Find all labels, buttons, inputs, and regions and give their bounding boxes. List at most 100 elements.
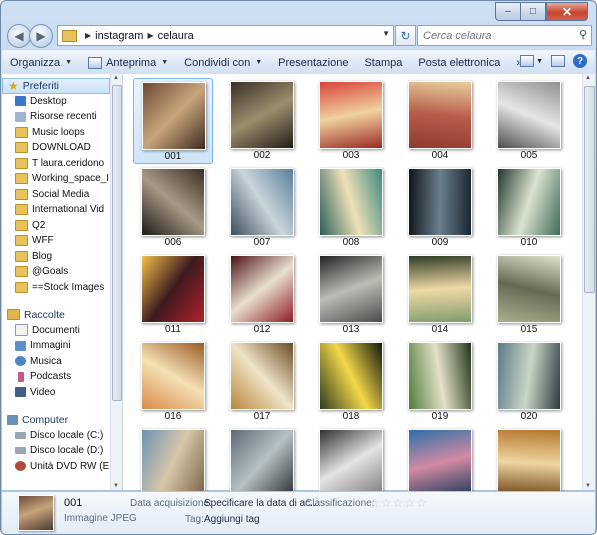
organize-menu[interactable]: Organizza ▼ <box>2 57 80 69</box>
share-menu[interactable]: Condividi con ▼ <box>176 57 270 69</box>
nav-item-folder[interactable]: @Goals <box>2 264 110 280</box>
photo-thumbnail[interactable] <box>497 168 561 236</box>
nav-item-folder[interactable]: Music loops <box>2 125 110 141</box>
chevron-down-icon[interactable]: ▼ <box>382 29 390 38</box>
breadcrumb-instagram[interactable]: instagram <box>95 30 143 42</box>
photo-thumbnail[interactable] <box>408 168 472 236</box>
scroll-thumb[interactable] <box>584 86 595 293</box>
photo-thumbnail[interactable] <box>141 342 205 410</box>
search-icon[interactable]: ⚲ <box>579 28 587 41</box>
rating-stars[interactable]: ☆☆☆☆☆ <box>369 496 428 510</box>
nav-favorites[interactable]: ★ Preferiti <box>2 78 110 94</box>
photo-thumbnail[interactable] <box>408 81 472 149</box>
back-button[interactable]: ◀ <box>7 24 31 48</box>
file-thumbnail-item[interactable]: 009 <box>400 165 480 251</box>
search-box[interactable]: ⚲ <box>417 25 592 46</box>
view-options-button[interactable]: ▼ <box>520 55 543 67</box>
nav-computer[interactable]: Computer <box>2 412 110 428</box>
nav-item-drive-c[interactable]: Disco locale (C:) <box>2 428 110 444</box>
file-thumbnail-item[interactable]: 010 <box>489 165 569 251</box>
photo-thumbnail[interactable] <box>319 429 383 497</box>
email-button[interactable]: Posta elettronica <box>410 57 508 69</box>
print-button[interactable]: Stampa <box>356 57 410 69</box>
photo-thumbnail[interactable] <box>497 255 561 323</box>
scroll-thumb[interactable] <box>112 85 122 401</box>
maximize-button[interactable]: □ <box>520 2 546 21</box>
chevron-right-icon[interactable]: ▶ <box>147 31 153 40</box>
file-thumbnail-item[interactable]: 019 <box>400 339 480 425</box>
nav-item-drive-d[interactable]: Disco locale (D:) <box>2 443 110 459</box>
photo-thumbnail[interactable] <box>497 81 561 149</box>
star-icon[interactable]: ☆ <box>404 496 416 510</box>
photo-thumbnail[interactable] <box>319 81 383 149</box>
photo-thumbnail[interactable] <box>230 429 294 497</box>
file-thumbnail-item[interactable]: 004 <box>400 78 480 164</box>
file-thumbnail-item[interactable]: 006 <box>133 165 213 251</box>
file-thumbnail-item[interactable]: 002 <box>222 78 302 164</box>
chevron-right-icon[interactable]: ▶ <box>85 31 91 40</box>
search-input[interactable] <box>418 28 575 43</box>
photo-thumbnail[interactable] <box>142 82 206 150</box>
photo-thumbnail[interactable] <box>230 81 294 149</box>
nav-item-folder[interactable]: International Vid <box>2 202 110 218</box>
refresh-button[interactable]: ↻ <box>395 25 416 46</box>
minimize-button[interactable]: – <box>495 2 520 21</box>
nav-item-music[interactable]: Musica <box>2 354 110 370</box>
nav-item-folder[interactable]: Working_space_I <box>2 171 110 187</box>
file-thumbnail-item[interactable]: 016 <box>133 339 213 425</box>
nav-item-podcasts[interactable]: Podcasts <box>2 369 110 385</box>
nav-item-documents[interactable]: Documenti <box>2 323 110 339</box>
date-value[interactable]: Specificare la data di ac... <box>204 498 319 509</box>
nav-scrollbar[interactable]: ▲ ▼ <box>110 74 122 490</box>
nav-item-folder[interactable]: ==Stock Images <box>2 280 110 296</box>
nav-item-folder[interactable]: Social Media <box>2 187 110 203</box>
photo-thumbnail[interactable] <box>408 255 472 323</box>
scroll-up-icon[interactable]: ▲ <box>113 75 119 81</box>
file-thumbnail-item[interactable]: 001 <box>133 78 213 164</box>
content-scrollbar[interactable]: ▲ ▼ <box>582 74 595 490</box>
file-thumbnail-item[interactable]: 011 <box>133 252 213 338</box>
photo-thumbnail[interactable] <box>319 342 383 410</box>
star-icon[interactable]: ☆ <box>381 496 393 510</box>
nav-item-folder[interactable]: T laura.ceridono <box>2 156 110 172</box>
nav-item-folder[interactable]: DOWNLOAD <box>2 140 110 156</box>
file-thumbnail-item[interactable]: 013 <box>311 252 391 338</box>
file-thumbnail-item[interactable]: 020 <box>489 339 569 425</box>
scroll-down-icon[interactable]: ▼ <box>585 483 591 489</box>
scroll-up-icon[interactable]: ▲ <box>585 75 591 81</box>
preview-menu[interactable]: Anteprima ▼ <box>80 56 176 69</box>
nav-libraries[interactable]: Raccolte <box>2 307 110 323</box>
star-icon[interactable]: ☆ <box>393 496 405 510</box>
photo-thumbnail[interactable] <box>408 342 472 410</box>
photo-thumbnail[interactable] <box>230 168 294 236</box>
nav-item-recent[interactable]: Risorse recenti <box>2 109 110 125</box>
photo-thumbnail[interactable] <box>497 429 561 497</box>
file-thumbnail-item[interactable]: 018 <box>311 339 391 425</box>
photo-thumbnail[interactable] <box>141 255 205 323</box>
photo-thumbnail[interactable] <box>319 168 383 236</box>
photo-thumbnail[interactable] <box>141 429 205 497</box>
slideshow-button[interactable]: Presentazione <box>270 57 356 69</box>
help-icon[interactable]: ? <box>573 54 587 68</box>
forward-button[interactable]: ▶ <box>29 24 53 48</box>
nav-item-desktop[interactable]: Desktop <box>2 94 110 110</box>
nav-item-dvd-drive[interactable]: Unità DVD RW (E <box>2 459 110 475</box>
file-thumbnail-item[interactable]: 014 <box>400 252 480 338</box>
photo-thumbnail[interactable] <box>497 342 561 410</box>
preview-pane-icon[interactable] <box>551 55 565 67</box>
nav-item-folder[interactable]: Blog <box>2 249 110 265</box>
file-thumbnail-item[interactable]: 005 <box>489 78 569 164</box>
nav-item-pictures[interactable]: Immagini <box>2 338 110 354</box>
photo-thumbnail[interactable] <box>408 429 472 497</box>
nav-item-videos[interactable]: Video <box>2 385 110 401</box>
star-icon[interactable]: ☆ <box>416 496 428 510</box>
nav-item-folder[interactable]: WFF <box>2 233 110 249</box>
photo-thumbnail[interactable] <box>319 255 383 323</box>
file-thumbnail-item[interactable]: 008 <box>311 165 391 251</box>
scroll-down-icon[interactable]: ▼ <box>113 483 119 489</box>
breadcrumb-celaura[interactable]: celaura <box>158 30 194 42</box>
file-thumbnail-item[interactable]: 017 <box>222 339 302 425</box>
tag-value[interactable]: Aggiungi tag <box>204 514 260 525</box>
nav-item-folder[interactable]: Q2 <box>2 218 110 234</box>
address-bar[interactable]: ▶ instagram ▶ celaura ▼ <box>57 25 394 46</box>
